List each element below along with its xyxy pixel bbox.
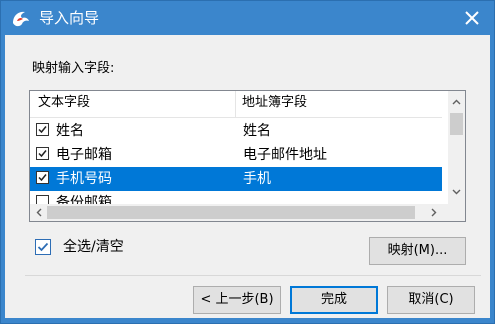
source-field: 电子邮箱	[56, 147, 112, 163]
mapping-caption: 映射输入字段:	[32, 61, 115, 76]
list-item-selected[interactable]: 手机号码 手机	[30, 167, 442, 191]
source-field: 手机号码	[56, 171, 112, 187]
scroll-up-icon[interactable]	[449, 95, 464, 110]
field-mapping-list[interactable]: 文本字段 地址簿字段 姓名 姓名 电子邮箱 电子邮件地址 手机号码 手机 备份邮…	[29, 90, 466, 222]
row-checkbox[interactable]	[36, 123, 49, 136]
cancel-button[interactable]: 取消(C)	[387, 286, 475, 314]
horizontal-scrollbar[interactable]	[30, 204, 448, 221]
scroll-left-icon[interactable]	[32, 205, 47, 220]
window-title: 导入向导	[39, 9, 100, 27]
divider	[25, 275, 481, 276]
list-item[interactable]: 电子邮箱 电子邮件地址	[30, 143, 442, 167]
target-field: 手机	[243, 171, 271, 187]
scroll-down-icon[interactable]	[449, 184, 464, 199]
checkmark-icon	[38, 126, 47, 134]
select-all-checkbox[interactable]	[35, 239, 51, 255]
map-button[interactable]: 映射(M)...	[369, 237, 466, 265]
close-icon[interactable]	[464, 10, 480, 26]
vertical-scrollbar[interactable]	[447, 91, 465, 204]
checkmark-icon	[38, 174, 47, 182]
vertical-scroll-thumb[interactable]	[450, 113, 463, 135]
foxmail-logo-icon	[13, 11, 29, 27]
title-bar[interactable]: 导入向导	[1, 1, 494, 35]
finish-button[interactable]: 完成	[290, 286, 378, 314]
scroll-corner	[448, 204, 465, 221]
target-field: 姓名	[243, 123, 271, 139]
source-field: 姓名	[56, 123, 84, 139]
row-checkbox[interactable]	[36, 171, 49, 184]
scroll-right-icon[interactable]	[426, 205, 441, 220]
checkmark-icon	[38, 150, 47, 158]
horizontal-scroll-thumb[interactable]	[47, 206, 415, 219]
select-all-label[interactable]: 全选/清空	[63, 238, 124, 256]
column-header-text-field[interactable]: 文本字段	[38, 95, 90, 111]
row-checkbox[interactable]	[36, 147, 49, 160]
list-item[interactable]: 姓名 姓名	[30, 119, 442, 143]
import-wizard-dialog: 导入向导 映射输入字段: 文本字段 地址簿字段 姓名 姓名 电子邮箱 电子邮件地…	[0, 0, 495, 324]
target-field: 电子邮件地址	[243, 147, 327, 163]
column-header-address-field[interactable]: 地址簿字段	[242, 95, 307, 111]
column-divider[interactable]	[235, 91, 236, 117]
dialog-content: 映射输入字段: 文本字段 地址簿字段 姓名 姓名 电子邮箱 电子邮件地址 手机号…	[5, 35, 490, 318]
previous-button[interactable]: < 上一步(B)	[193, 286, 281, 314]
list-header: 文本字段 地址簿字段	[30, 91, 442, 118]
